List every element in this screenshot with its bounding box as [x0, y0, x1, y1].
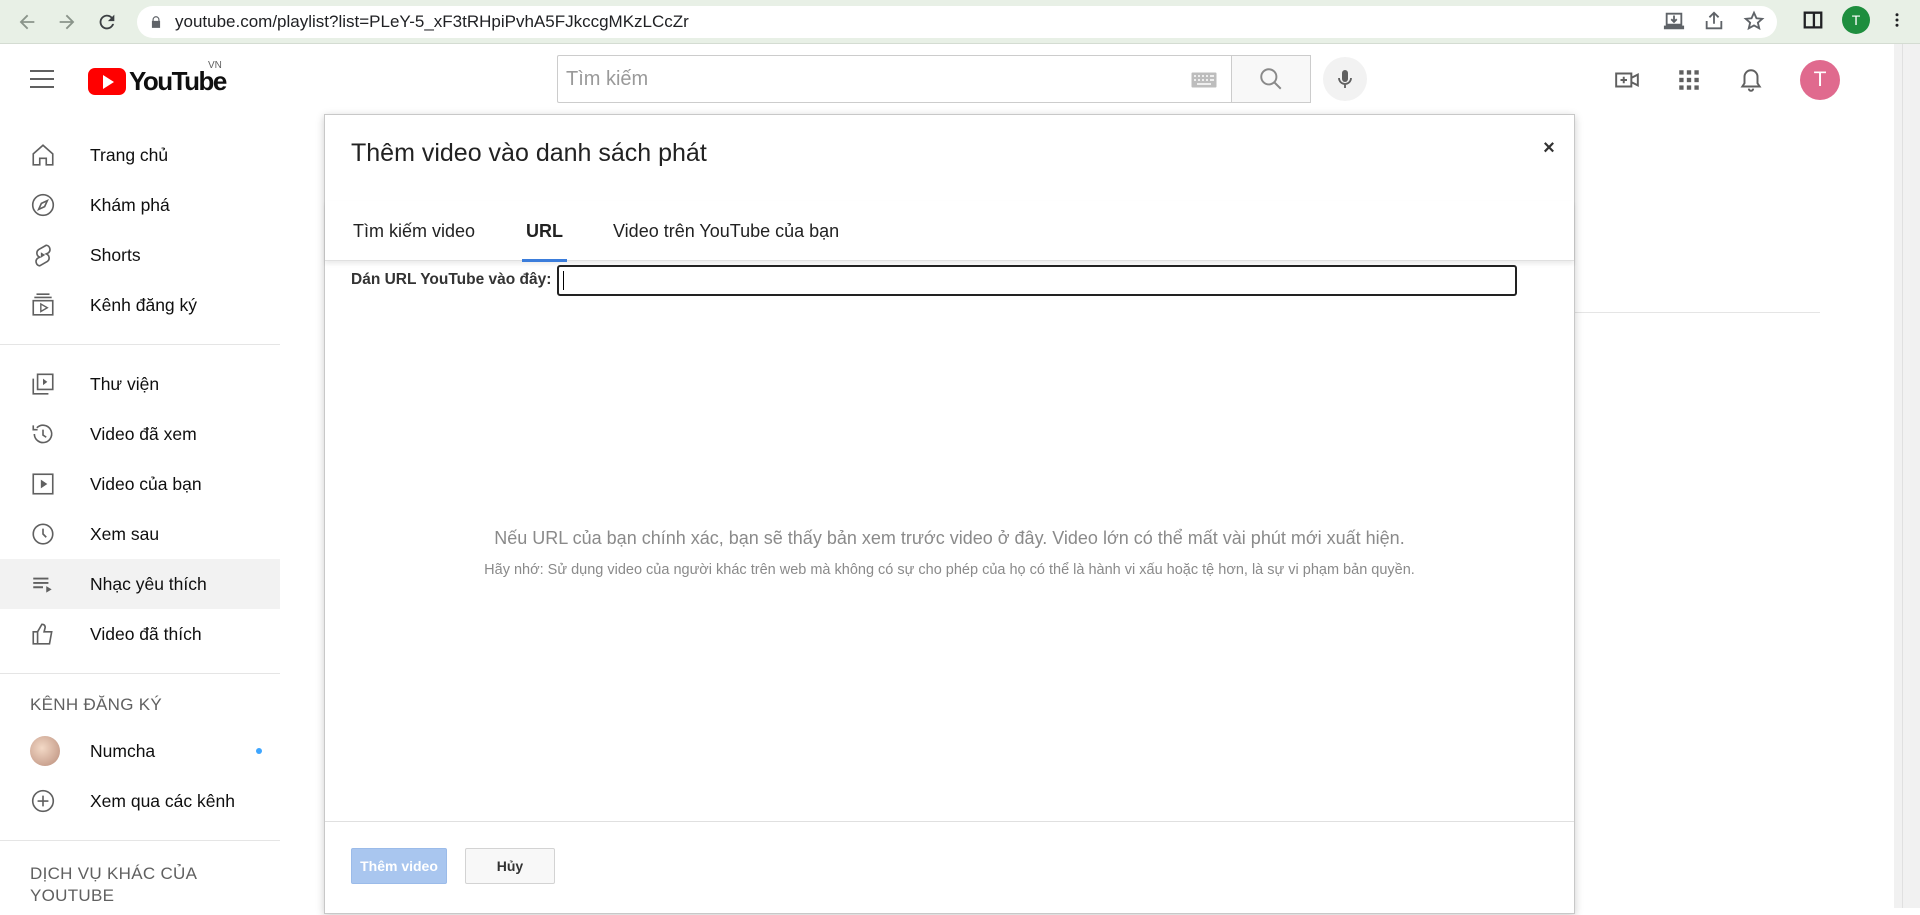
- sidebar-item-label: Video của bạn: [90, 473, 202, 494]
- sidebar-item-library[interactable]: Thư viện: [0, 359, 280, 409]
- sidebar-divider: [0, 840, 280, 841]
- sidebar-divider: [0, 673, 280, 674]
- back-arrow-icon: [19, 14, 35, 29]
- sidebar-item-subscriptions[interactable]: Kênh đăng ký: [0, 280, 280, 330]
- search-input[interactable]: Tìm kiếm: [557, 55, 1231, 103]
- forward-arrow-icon: [59, 14, 75, 29]
- browser-profile-avatar[interactable]: T: [1842, 6, 1870, 34]
- share-icon[interactable]: [1703, 10, 1725, 32]
- microphone-icon: [1338, 70, 1352, 88]
- install-app-icon[interactable]: [1663, 10, 1685, 32]
- add-circle-icon: [31, 789, 55, 813]
- sidebar-item-shorts[interactable]: Shorts: [0, 230, 280, 280]
- sidebar-item-label: Khám phá: [90, 194, 170, 215]
- forward-button[interactable]: [50, 5, 84, 39]
- sidebar-channel-numcha[interactable]: Numcha: [0, 726, 280, 776]
- more-services-heading: DỊCH VỤ KHÁC CỦA YOUTUBE: [30, 864, 197, 905]
- home-icon: [32, 144, 54, 166]
- background-strip: [1894, 44, 1902, 908]
- close-button[interactable]: ×: [1538, 137, 1560, 159]
- sidebar-item-label: Xem sau: [90, 523, 160, 544]
- dialog-tabs: Tìm kiếm video URL Video trên YouTube củ…: [325, 201, 1574, 262]
- voice-search-button[interactable]: [1323, 57, 1367, 101]
- tab-url[interactable]: URL: [522, 201, 567, 262]
- library-icon: [32, 373, 54, 395]
- keyboard-icon[interactable]: [1191, 72, 1217, 88]
- reload-icon: [99, 14, 115, 29]
- watch-later-icon: [32, 523, 54, 545]
- sidebar-item-label: Thư viện: [90, 373, 160, 394]
- search-icon: [1260, 68, 1282, 90]
- sidebar-item-label: Trang chủ: [90, 144, 169, 165]
- tab-search-video[interactable]: Tìm kiếm video: [353, 201, 475, 261]
- sidebar-item-label: Nhạc yêu thích: [90, 573, 207, 594]
- address-bar[interactable]: youtube.com/playlist?list=PLeY-5_xF3tRHp…: [137, 6, 1777, 38]
- dialog-footer: Thêm video Hủy: [325, 821, 1574, 915]
- country-code: VN: [208, 60, 222, 71]
- address-url[interactable]: youtube.com/playlist?list=PLeY-5_xF3tRHp…: [175, 12, 689, 32]
- sidebar-divider: [0, 344, 280, 345]
- search-placeholder: Tìm kiếm: [566, 67, 649, 90]
- browser-toolbar: youtube.com/playlist?list=PLeY-5_xF3tRHp…: [0, 0, 1920, 44]
- youtube-logo[interactable]: YouTube VN: [88, 60, 227, 97]
- sidebar-item-playlist[interactable]: Nhạc yêu thích: [0, 559, 280, 609]
- sidebar-item-browse-channels[interactable]: Xem qua các kênh: [0, 776, 280, 826]
- tab-your-videos[interactable]: Video trên YouTube của bạn: [613, 201, 839, 261]
- search-button[interactable]: [1231, 55, 1311, 103]
- dialog-title: Thêm video vào danh sách phát: [351, 139, 707, 167]
- like-icon: [32, 623, 53, 645]
- explore-icon: [31, 193, 55, 217]
- sidebar-item-label: Shorts: [90, 244, 141, 265]
- sidebar-item-label: Video đã thích: [90, 623, 202, 644]
- sidebar-item-watch-later[interactable]: Xem sau: [0, 509, 280, 559]
- sidebar-item-label: Kênh đăng ký: [90, 294, 198, 315]
- side-panel-icon[interactable]: [1802, 9, 1824, 31]
- url-field-label: Dán URL YouTube vào đây:: [351, 271, 552, 288]
- sidebar-item-label: Xem qua các kênh: [90, 790, 235, 811]
- browser-menu-icon[interactable]: [1888, 9, 1906, 31]
- sidebar-item-liked-videos[interactable]: Video đã thích: [0, 609, 280, 659]
- cancel-button[interactable]: Hủy: [465, 848, 555, 884]
- notifications-bell-icon[interactable]: [1738, 67, 1764, 93]
- bookmark-star-icon[interactable]: [1743, 10, 1765, 32]
- reload-button[interactable]: [90, 5, 124, 39]
- youtube-masthead: YouTube VN Tìm kiếm T: [0, 44, 1902, 116]
- lock-icon: [151, 16, 161, 28]
- subscriptions-heading: KÊNH ĐĂNG KÝ: [30, 695, 163, 714]
- youtube-play-logo-icon: [88, 68, 126, 95]
- youtube-url-input[interactable]: [557, 265, 1517, 296]
- add-video-dialog: Thêm video vào danh sách phát × Tìm kiếm…: [324, 114, 1575, 914]
- page-scrollbar[interactable]: [1902, 44, 1920, 908]
- your-videos-icon: [32, 473, 54, 495]
- history-icon: [32, 424, 53, 444]
- back-button[interactable]: [10, 5, 44, 39]
- sidebar: Trang chủ Khám phá Shorts Kênh đăng ký T…: [0, 130, 280, 907]
- sidebar-item-home[interactable]: Trang chủ: [0, 130, 280, 180]
- preview-hint: Nếu URL của bạn chính xác, bạn sẽ thấy b…: [494, 528, 1405, 548]
- hamburger-menu-icon[interactable]: [30, 69, 54, 89]
- sidebar-item-history[interactable]: Video đã xem: [0, 409, 280, 459]
- apps-grid-icon[interactable]: [1676, 67, 1702, 93]
- text-cursor: [563, 271, 564, 290]
- account-avatar[interactable]: T: [1800, 60, 1840, 100]
- subscriptions-icon: [32, 293, 54, 316]
- playlist-icon: [33, 577, 52, 593]
- channel-name: Numcha: [90, 740, 156, 761]
- copyright-reminder: Hãy nhớ: Sử dụng video của người khác tr…: [484, 562, 1415, 578]
- create-video-icon[interactable]: [1614, 67, 1640, 93]
- new-content-dot: [256, 748, 262, 754]
- sidebar-item-explore[interactable]: Khám phá: [0, 180, 280, 230]
- channel-avatar: [30, 736, 60, 766]
- sidebar-item-label: Video đã xem: [90, 423, 197, 444]
- add-video-button[interactable]: Thêm video: [351, 848, 447, 884]
- sidebar-item-your-videos[interactable]: Video của bạn: [0, 459, 280, 509]
- shorts-icon: [35, 244, 51, 267]
- background-divider: [1573, 312, 1820, 313]
